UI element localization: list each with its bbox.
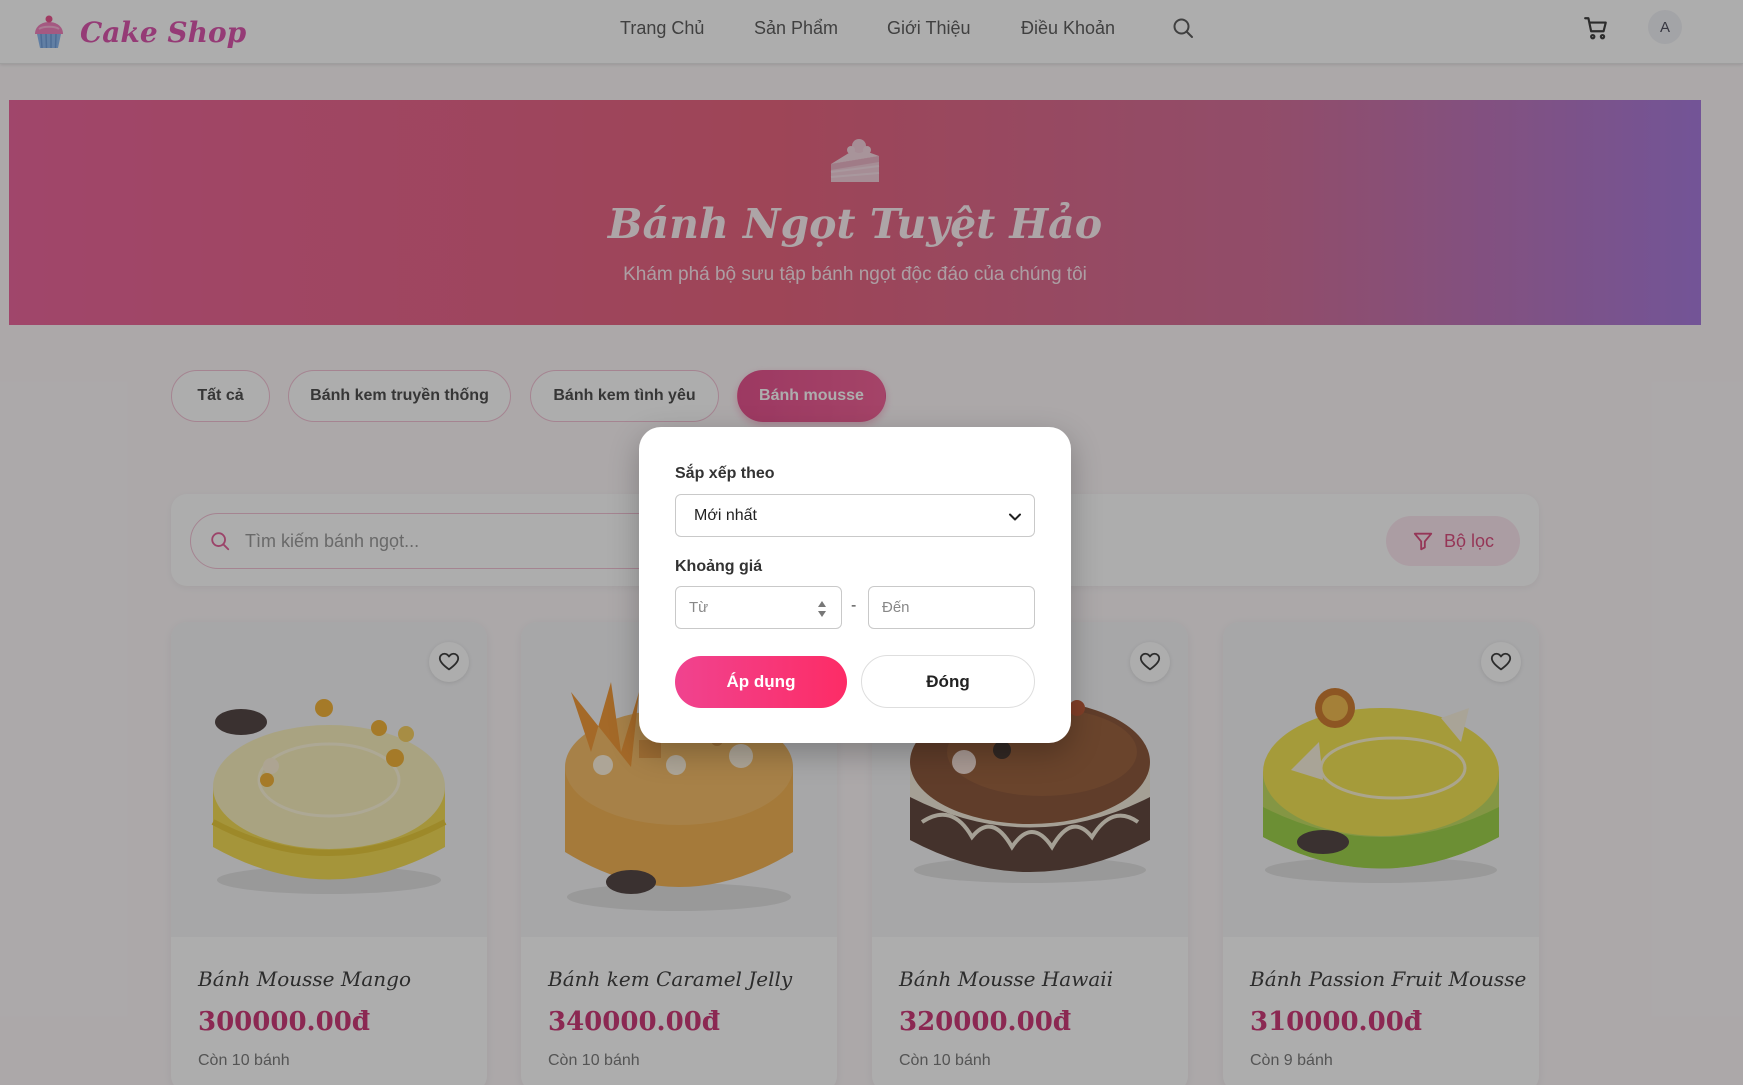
- price-to-input[interactable]: [882, 599, 992, 616]
- price-from-input[interactable]: [689, 599, 799, 616]
- sort-select[interactable]: Mới nhất: [675, 494, 1035, 537]
- price-from-field[interactable]: [675, 586, 842, 629]
- sort-select-value: Mới nhất: [694, 506, 757, 524]
- close-button[interactable]: Đóng: [861, 655, 1035, 708]
- sort-label: Sắp xếp theo: [675, 465, 775, 482]
- filter-modal: Sắp xếp theo Mới nhất Khoảng giá - Áp dụ…: [639, 427, 1071, 743]
- price-to-field[interactable]: [868, 586, 1035, 629]
- chevron-down-icon: [1009, 513, 1021, 521]
- price-range-separator: -: [851, 597, 857, 614]
- apply-button[interactable]: Áp dụng: [675, 656, 847, 708]
- price-range-label: Khoảng giá: [675, 558, 763, 575]
- number-stepper-icon[interactable]: [817, 598, 827, 620]
